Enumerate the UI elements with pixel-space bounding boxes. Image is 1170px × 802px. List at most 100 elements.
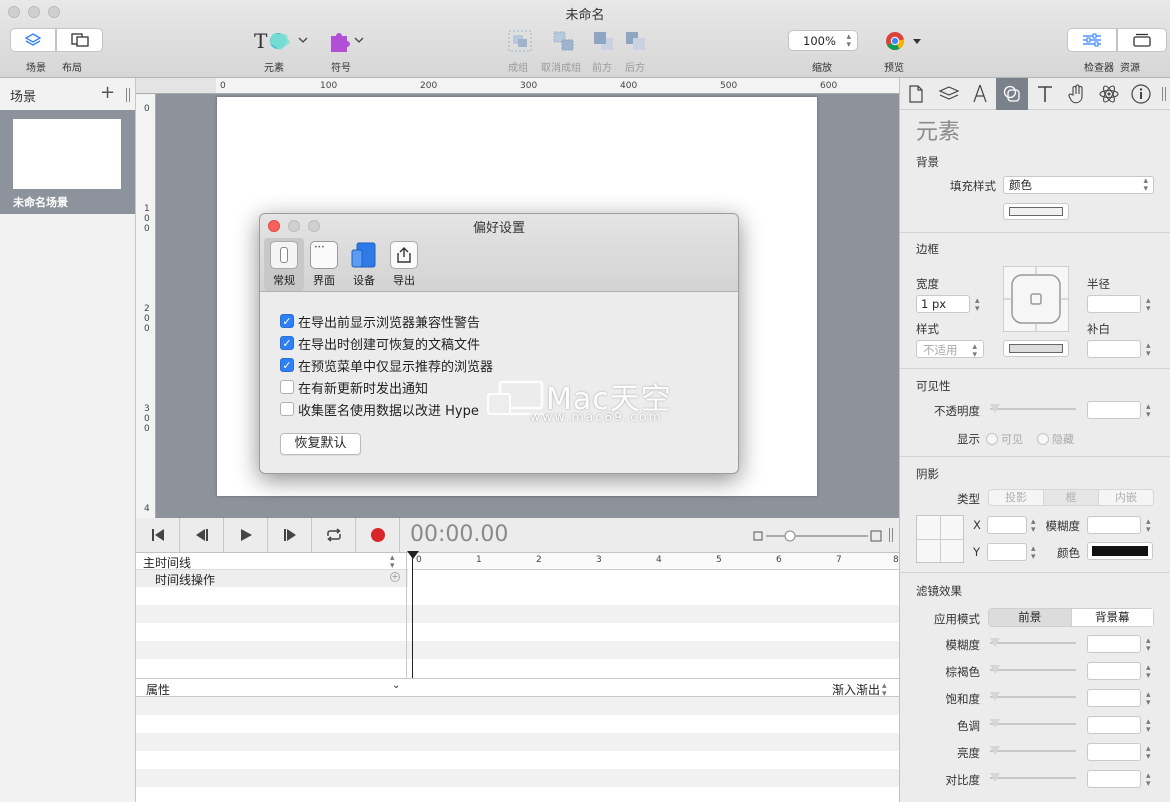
checkbox[interactable]: ✓: [280, 336, 294, 350]
scenes-toggle-button[interactable]: [10, 28, 56, 52]
pen-tool-icon[interactable]: [970, 83, 990, 105]
atom-icon[interactable]: [1098, 83, 1120, 105]
preference-option[interactable]: ✓ 在导出前显示浏览器兼容性警告: [280, 310, 480, 332]
shadow-type-inset[interactable]: 内嵌: [1099, 490, 1153, 505]
slider-knob[interactable]: [990, 665, 1000, 674]
go-to-start-button[interactable]: [136, 518, 180, 552]
preference-option[interactable]: 在有新更新时发出通知: [280, 376, 428, 398]
stepper-icon[interactable]: ▴ ▾: [1031, 518, 1036, 535]
slider-knob[interactable]: [990, 719, 1000, 728]
tab-general[interactable]: 常规: [264, 241, 304, 288]
checkbox[interactable]: [280, 380, 294, 394]
shadow-offset-pad[interactable]: [916, 515, 964, 563]
filter-input[interactable]: [1087, 689, 1141, 707]
zoom-stepper[interactable]: 100% ▴ ▾: [788, 30, 858, 51]
opacity-input[interactable]: [1087, 401, 1141, 419]
stepper-icon[interactable]: ▴ ▾: [1031, 545, 1036, 562]
border-corner-selector[interactable]: [1003, 266, 1069, 332]
timeline-zoom-slider[interactable]: [752, 528, 884, 544]
hand-icon[interactable]: [1066, 83, 1088, 105]
group-button[interactable]: [508, 30, 532, 52]
ungroup-button[interactable]: [552, 30, 576, 52]
shadow-y-input[interactable]: [987, 543, 1027, 561]
tab-interface[interactable]: ••• 界面: [304, 241, 344, 288]
easing-selector[interactable]: 渐入渐出: [832, 681, 880, 698]
shadow-color-well[interactable]: [1087, 542, 1153, 560]
filter-input[interactable]: [1087, 716, 1141, 734]
drag-handle-icon[interactable]: [1162, 87, 1166, 101]
filter-slider[interactable]: [990, 638, 1076, 648]
border-style-select[interactable]: 不适用 ▴ ▾: [916, 340, 984, 360]
filter-slider[interactable]: [990, 665, 1076, 675]
preference-option[interactable]: 收集匿名使用数据以改进 Hype: [280, 398, 479, 420]
drag-handle-icon[interactable]: [126, 88, 130, 102]
filter-slider[interactable]: [990, 719, 1076, 729]
previous-frame-button[interactable]: [180, 518, 224, 552]
visible-radio[interactable]: 可见: [986, 431, 1023, 447]
bring-front-button[interactable]: [592, 30, 616, 52]
stepper-icon[interactable]: ▴ ▾: [1146, 297, 1151, 314]
slider-knob[interactable]: [990, 773, 1000, 782]
mode-foreground[interactable]: 前景: [989, 609, 1072, 626]
add-action-icon[interactable]: +: [390, 572, 400, 582]
mode-backdrop[interactable]: 背景幕: [1071, 609, 1153, 626]
fill-color-well[interactable]: [1003, 203, 1069, 220]
timeline-actions-row[interactable]: 时间线操作 +: [136, 570, 408, 587]
slider-knob[interactable]: [990, 638, 1000, 647]
stepper-icon[interactable]: ▴ ▾: [975, 297, 980, 314]
checkbox[interactable]: ✓: [280, 358, 294, 372]
preference-option[interactable]: ✓ 在导出时创建可恢复的文稿文件: [280, 332, 480, 354]
filter-input[interactable]: [1087, 662, 1141, 680]
checkbox[interactable]: [280, 402, 294, 416]
send-back-button[interactable]: [624, 30, 648, 52]
loop-button[interactable]: [312, 518, 356, 552]
slider-knob[interactable]: [990, 404, 1000, 413]
main-timeline-selector[interactable]: 主时间线 ▴ ▾: [136, 553, 408, 571]
resources-toggle-button[interactable]: [1117, 28, 1167, 52]
properties-label[interactable]: 属性: [146, 681, 170, 698]
filter-input[interactable]: [1087, 770, 1141, 788]
drag-handle-icon[interactable]: [889, 528, 893, 542]
fill-style-select[interactable]: 颜色 ▴ ▾: [1003, 176, 1154, 194]
symbols-button[interactable]: [328, 28, 368, 54]
inspector-toggle-button[interactable]: [1067, 28, 1117, 52]
reset-defaults-button[interactable]: 恢复默认: [280, 433, 361, 455]
stepper-icon[interactable]: ▴ ▾: [1146, 718, 1151, 735]
layout-toggle-button[interactable]: [56, 28, 103, 52]
preference-option[interactable]: ✓ 在预览菜单中仅显示推荐的浏览器: [280, 354, 493, 376]
elements-button[interactable]: T: [252, 28, 310, 54]
preview-button[interactable]: [884, 30, 924, 52]
stepper-icon[interactable]: ▴ ▾: [1146, 691, 1151, 708]
border-color-well[interactable]: [1003, 340, 1069, 357]
info-icon[interactable]: [1130, 83, 1152, 105]
filter-input[interactable]: [1087, 743, 1141, 761]
filter-slider[interactable]: [990, 773, 1076, 783]
layers-icon[interactable]: [938, 84, 960, 104]
slider-knob[interactable]: [990, 746, 1000, 755]
element-tab[interactable]: [996, 78, 1028, 110]
stepper-icon[interactable]: ▴ ▾: [1146, 342, 1151, 359]
shadow-blur-input[interactable]: [1087, 516, 1141, 534]
filter-input[interactable]: [1087, 635, 1141, 653]
scene-item[interactable]: 未命名场景: [0, 110, 135, 214]
stepper-icon[interactable]: ▴ ▾: [1146, 745, 1151, 762]
opacity-slider[interactable]: [990, 404, 1076, 414]
border-width-input[interactable]: 1 px: [916, 295, 970, 313]
next-frame-button[interactable]: [268, 518, 312, 552]
shadow-type-drop[interactable]: 投影: [989, 490, 1044, 505]
playhead-marker[interactable]: [407, 551, 419, 559]
tab-export[interactable]: 导出: [384, 241, 424, 288]
stepper-icon[interactable]: ▴ ▾: [1146, 637, 1151, 654]
stepper-icon[interactable]: ▴ ▾: [1146, 772, 1151, 789]
filter-slider[interactable]: [990, 746, 1076, 756]
record-button[interactable]: [356, 518, 400, 552]
stepper-icon[interactable]: ▴ ▾: [1146, 518, 1151, 535]
shadow-type-box[interactable]: 框: [1044, 490, 1099, 505]
stepper-icon[interactable]: ▴ ▾: [1146, 664, 1151, 681]
play-button[interactable]: [224, 518, 268, 552]
add-scene-button[interactable]: +: [100, 82, 115, 103]
chevron-down-icon[interactable]: ⌄: [392, 680, 400, 691]
filter-slider[interactable]: [990, 692, 1076, 702]
shadow-type-segmented[interactable]: 投影 框 内嵌: [988, 489, 1154, 506]
tab-devices[interactable]: 设备: [344, 241, 384, 288]
